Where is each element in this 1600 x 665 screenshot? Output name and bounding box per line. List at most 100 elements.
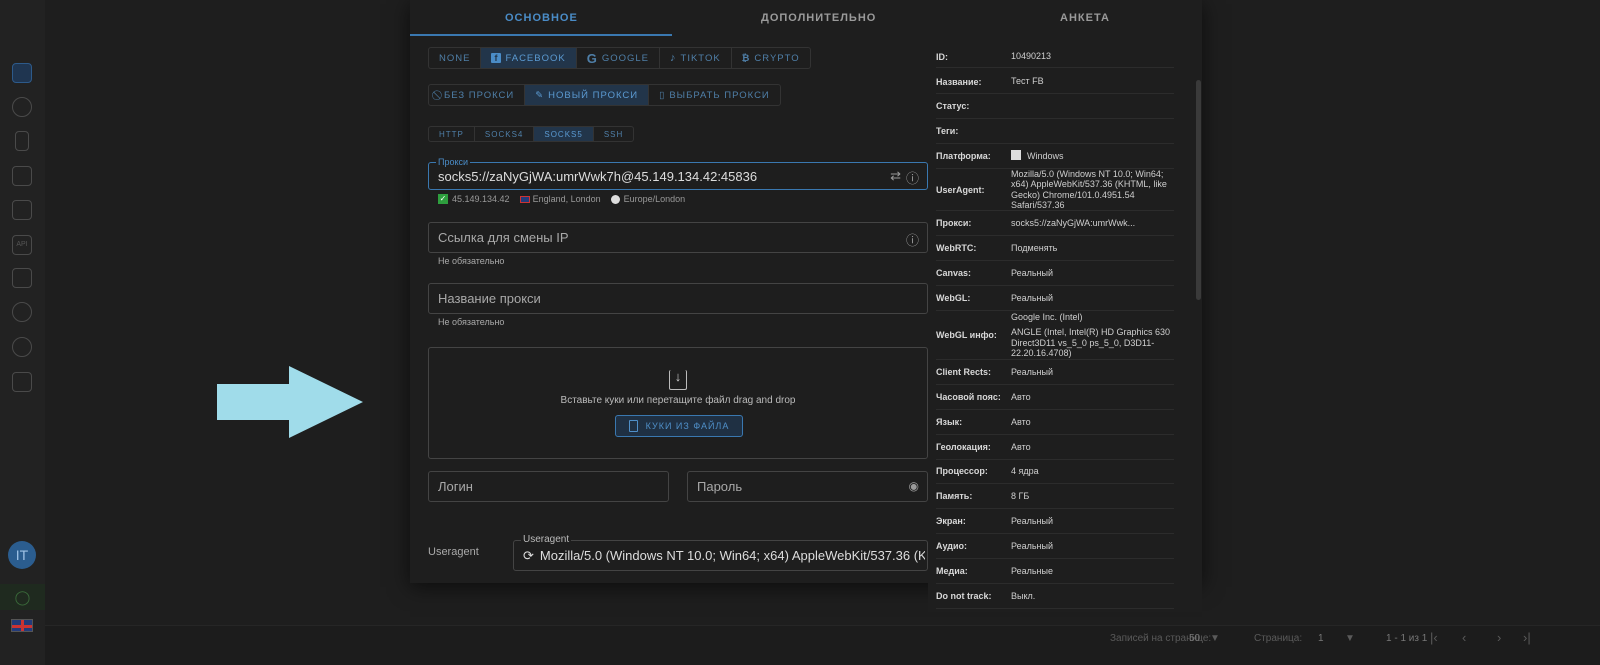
- info-row: Статус:: [936, 94, 1174, 119]
- cookies-hint: Вставьте куки или перетащите файл drag a…: [560, 395, 796, 406]
- info-row: Платформа: Windows: [936, 144, 1174, 169]
- uk-flag-icon[interactable]: [11, 619, 33, 632]
- info-key: Язык:: [936, 417, 963, 427]
- settings-icon[interactable]: [12, 302, 32, 322]
- info-value-text: Реальный: [1011, 366, 1054, 377]
- info-row: Геолокация: Авто: [936, 435, 1174, 460]
- extensions-icon[interactable]: [12, 166, 32, 186]
- info-value: 8 ГБ: [1011, 491, 1174, 501]
- info-value: Реальный: [1011, 541, 1174, 551]
- tab-main[interactable]: ОСНОВНОЕ: [505, 12, 578, 24]
- label: GOOGLE: [601, 52, 650, 64]
- platform-none-button[interactable]: NONE: [429, 48, 482, 68]
- per-page-select[interactable]: 50: [1189, 633, 1200, 644]
- info-value: Авто: [1011, 417, 1174, 427]
- prev-page-icon[interactable]: ‹: [1462, 630, 1466, 645]
- proxy-icon[interactable]: [12, 97, 32, 117]
- login-input[interactable]: Логин: [428, 471, 669, 502]
- info-key: Память:: [936, 491, 973, 501]
- info-key: Часовой пояс:: [936, 392, 1001, 402]
- eye-icon[interactable]: ◉: [909, 479, 919, 493]
- swap-icon[interactable]: ⇄: [890, 168, 901, 184]
- billing-icon[interactable]: [12, 337, 32, 357]
- placeholder: Пароль: [697, 479, 743, 494]
- new-proxy-button[interactable]: ✎ НОВЫЙ ПРОКСИ: [525, 85, 650, 105]
- info-value-text: Реальный: [1011, 515, 1054, 526]
- proxy-type-ssh[interactable]: SSH: [594, 127, 633, 141]
- info-value: 4 ядра: [1011, 466, 1174, 476]
- chevron-down-icon[interactable]: ▼: [1345, 633, 1355, 644]
- file-icon: [628, 420, 638, 432]
- pagination-bar: [45, 625, 1600, 665]
- info-value: Windows: [1011, 150, 1174, 161]
- info-value-text: Подменять: [1011, 242, 1058, 253]
- info-icon[interactable]: ⓘ: [906, 230, 919, 249]
- last-page-icon[interactable]: ›|: [1523, 630, 1531, 645]
- next-page-icon[interactable]: ›: [1497, 630, 1501, 645]
- proxy-name-hint: Не обязательно: [438, 317, 505, 327]
- tab-additional[interactable]: ДОПОЛНИТЕЛЬНО: [761, 12, 876, 24]
- select-proxy-button[interactable]: ▯ ВЫБРАТЬ ПРОКСИ: [649, 85, 780, 105]
- info-value: Mozilla/5.0 (Windows NT 10.0; Win64; x64…: [1011, 169, 1174, 210]
- proxy-location: England, London: [532, 194, 601, 204]
- platform-crypto-button[interactable]: ₿ CRYPTO: [732, 48, 810, 68]
- api-icon[interactable]: API: [12, 235, 32, 255]
- platform-google-button[interactable]: G GOOGLE: [577, 48, 661, 68]
- proxy-ip: 45.149.134.42: [452, 194, 510, 204]
- tab-questionnaire[interactable]: АНКЕТА: [1060, 12, 1110, 24]
- info-value: socks5://zaNyGjWA:umrWwk...: [1011, 218, 1174, 228]
- download-icon: ↓: [669, 370, 687, 390]
- platform-facebook-button[interactable]: f FACEBOOK: [481, 48, 577, 68]
- proxy-type-socks4[interactable]: SOCKS4: [475, 127, 535, 141]
- scrollbar[interactable]: [1196, 80, 1201, 300]
- label: НОВЫЙ ПРОКСИ: [548, 89, 639, 101]
- profiles-icon[interactable]: [12, 63, 32, 83]
- label: CRYPTO: [754, 52, 800, 64]
- logout-icon[interactable]: [12, 372, 32, 392]
- proxy-check-result: ✓ 45.149.134.42 England, London Europe/Lo…: [438, 194, 685, 204]
- avatar[interactable]: IT: [8, 541, 36, 569]
- ban-icon: ⃠: [439, 89, 440, 101]
- proxy-type-socks5[interactable]: SOCKS5: [534, 127, 594, 141]
- info-value: Тест FB: [1011, 76, 1174, 86]
- facebook-icon: f: [491, 53, 502, 63]
- info-value-text: Реальный: [1011, 540, 1054, 551]
- info-key: Статус:: [936, 101, 970, 111]
- tiktok-icon: ♪: [670, 52, 677, 64]
- bookmark-icon[interactable]: [15, 131, 29, 151]
- proxy-type-http[interactable]: HTTP: [429, 127, 475, 141]
- info-key: Геолокация:: [936, 442, 991, 452]
- chevron-down-icon[interactable]: ▼: [1210, 633, 1220, 644]
- refresh-icon[interactable]: ⟳: [523, 548, 534, 564]
- useragent-input[interactable]: Useragent ⟳ Mozilla/5.0 (Windows NT 10.0…: [513, 534, 928, 571]
- check-icon: ✓: [438, 194, 448, 204]
- info-row: Прокси: socks5://zaNyGjWA:umrWwk...: [936, 211, 1174, 236]
- lightbulb-icon[interactable]: ◯: [0, 584, 45, 610]
- proxy-input[interactable]: Прокси socks5://zaNyGjWA:umrWwk7h@45.149…: [428, 156, 928, 190]
- team-icon[interactable]: [12, 200, 32, 220]
- info-value: Реальный: [1011, 516, 1174, 526]
- proxy-type-selector: HTTP SOCKS4 SOCKS5 SSH: [428, 126, 635, 142]
- placeholder: Логин: [438, 479, 473, 494]
- cookies-dropzone[interactable]: ↓ Вставьте куки или перетащите файл drag…: [428, 347, 928, 459]
- automation-icon[interactable]: [12, 268, 32, 288]
- info-icon[interactable]: ⓘ: [906, 168, 919, 187]
- info-value-text: Реальный: [1011, 267, 1054, 278]
- proxy-name-input[interactable]: Название прокси: [428, 283, 928, 314]
- password-input[interactable]: Пароль ◉: [687, 471, 928, 502]
- info-key: Платформа:: [936, 151, 991, 161]
- info-value: Выкл.: [1011, 591, 1174, 601]
- proxy-value: socks5://zaNyGjWA:umrWwk7h@45.149.134.42…: [438, 168, 758, 184]
- platform-tiktok-button[interactable]: ♪ TIKTOK: [660, 48, 732, 68]
- info-key: UserAgent:: [936, 184, 985, 195]
- info-value-text: Google Inc. (Intel): [1011, 311, 1083, 322]
- info-value: Реальный: [1011, 367, 1174, 377]
- first-page-icon[interactable]: |‹: [1430, 630, 1438, 645]
- info-value-text: Реальные: [1011, 565, 1054, 576]
- info-row: WebGL инфо: Google Inc. (Intel) ANGLE (Int…: [936, 311, 1174, 360]
- no-proxy-button[interactable]: ⃠ БЕЗ ПРОКСИ: [429, 85, 526, 105]
- change-ip-url-input[interactable]: Ссылка для смены IP ⓘ: [428, 222, 928, 253]
- info-row: Язык: Авто: [936, 410, 1174, 435]
- cookies-from-file-button[interactable]: КУКИ ИЗ ФАЙЛА: [615, 415, 743, 437]
- page-select[interactable]: 1: [1318, 633, 1324, 644]
